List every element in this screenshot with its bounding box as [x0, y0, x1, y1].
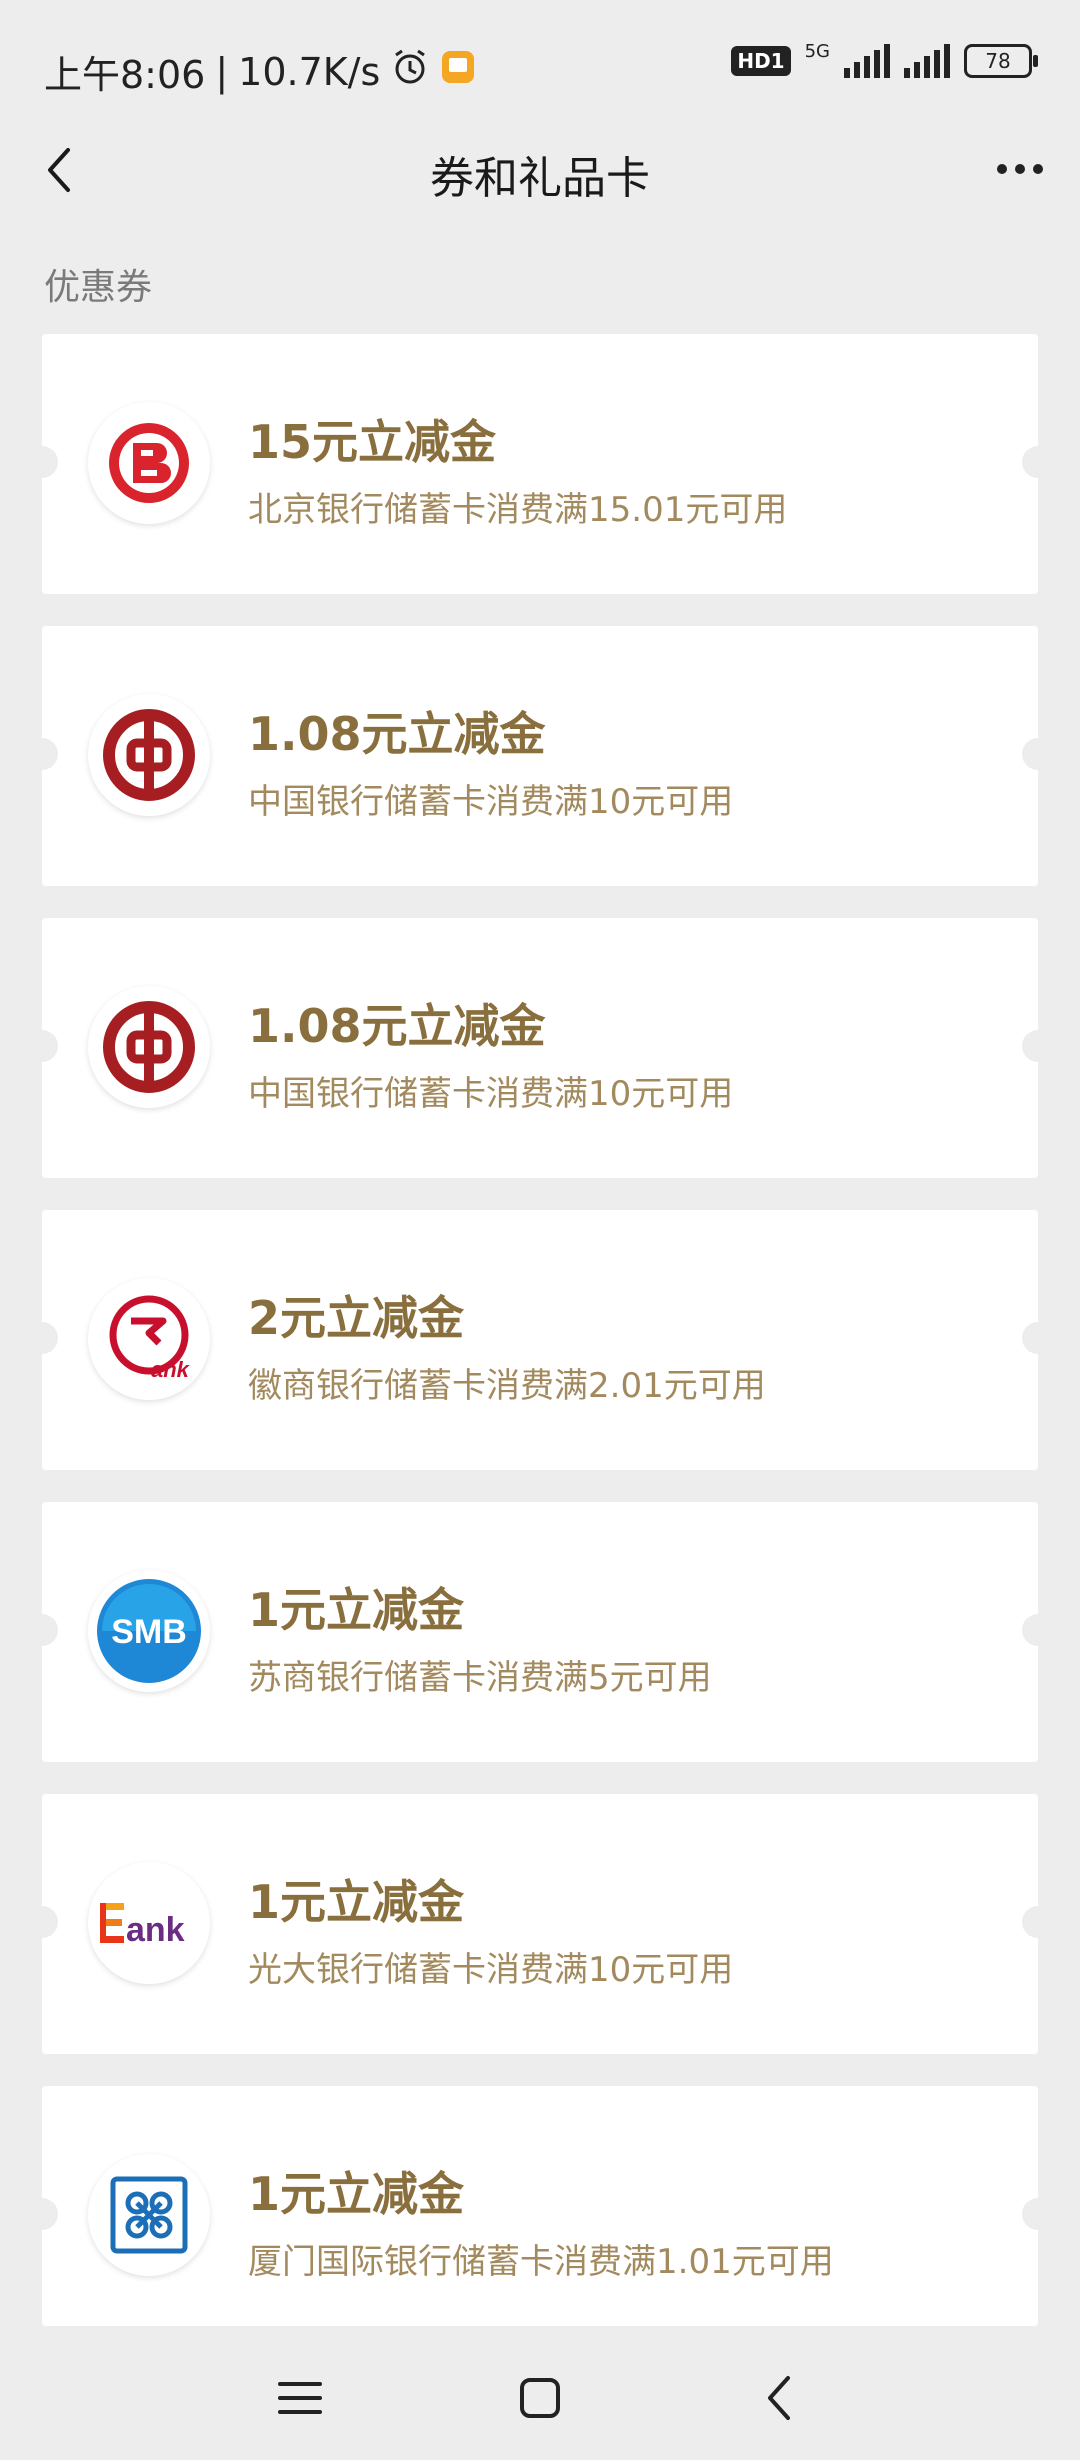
- huishang-bank-logo: ank: [88, 1278, 210, 1400]
- bank-of-china-logo: [88, 986, 210, 1108]
- coupon-title: 1元立减金: [248, 2167, 465, 2221]
- more-dot: [997, 164, 1007, 174]
- logo-text-ank: ank: [126, 1911, 185, 1949]
- coupon-card[interactable]: SMB 1元立减金 苏商银行储蓄卡消费满5元可用: [26, 1502, 1054, 1762]
- coupon-notch: [1022, 2198, 1054, 2230]
- coupon-notch: [1022, 1030, 1054, 1062]
- nav-bar: 券和礼品卡: [0, 120, 1080, 220]
- logo-text-smb: SMB: [111, 1613, 187, 1651]
- coupon-notch: [1022, 1322, 1054, 1354]
- more-button[interactable]: [990, 154, 1050, 184]
- coupon-notch: [26, 738, 58, 770]
- coupon-notch: [26, 1906, 58, 1938]
- coupon-notch: [26, 446, 58, 478]
- bank-of-china-logo: [88, 694, 210, 816]
- coupon-notch: [1022, 446, 1054, 478]
- signal-icon-1: [844, 44, 890, 78]
- coupon-notch: [26, 1322, 58, 1354]
- coupon-desc: 苏商银行储蓄卡消费满5元可用: [248, 1658, 712, 1698]
- network-label: 5G: [804, 40, 830, 62]
- coupon-desc: 光大银行储蓄卡消费满10元可用: [248, 1950, 734, 1990]
- coupon-desc: 中国银行储蓄卡消费满10元可用: [248, 782, 734, 822]
- system-nav-bar: [0, 2330, 1080, 2460]
- status-speed: 10.7K/s: [238, 49, 381, 94]
- coupon-card[interactable]: 1.08元立减金 中国银行储蓄卡消费满10元可用: [26, 918, 1054, 1178]
- coupon-notch: [26, 1030, 58, 1062]
- home-square-icon: [520, 2378, 560, 2418]
- coupon-card[interactable]: 1元立减金 厦门国际银行储蓄卡消费满1.01元可用: [26, 2086, 1054, 2326]
- chevron-left-icon: [768, 2376, 790, 2420]
- coupon-title: 1.08元立减金: [248, 707, 546, 761]
- coupon-desc: 徽商银行储蓄卡消费满2.01元可用: [248, 1366, 766, 1406]
- menu-button[interactable]: [270, 2368, 330, 2428]
- menu-icon: [278, 2382, 322, 2414]
- status-time: 上午8:06: [44, 53, 206, 97]
- signal-icon-2: [904, 44, 950, 78]
- coupon-title: 1.08元立减金: [248, 999, 546, 1053]
- system-back-button[interactable]: [750, 2368, 810, 2428]
- coupon-notch: [26, 1614, 58, 1646]
- coupon-title: 2元立减金: [248, 1291, 465, 1345]
- home-button[interactable]: [510, 2368, 570, 2428]
- suning-bank-logo: SMB: [88, 1570, 210, 1692]
- coupon-notch: [1022, 738, 1054, 770]
- notification-app-icon: [440, 49, 476, 94]
- coupon-card[interactable]: 15元立减金 北京银行储蓄卡消费满15.01元可用: [26, 334, 1054, 594]
- coupon-list: 15元立减金 北京银行储蓄卡消费满15.01元可用 1.08元立减金 中国银行储…: [26, 334, 1054, 2358]
- coupon-notch: [1022, 1614, 1054, 1646]
- logo-text-ank: ank: [151, 1357, 191, 1382]
- coupon-card[interactable]: ank 1元立减金 光大银行储蓄卡消费满10元可用: [26, 1794, 1054, 2054]
- status-left: 上午8:06 | 10.7K/s: [44, 44, 476, 99]
- bank-of-beijing-logo: [88, 402, 210, 524]
- coupon-notch: [26, 2198, 58, 2230]
- xiamen-intl-bank-logo: [88, 2154, 210, 2276]
- more-dot: [1033, 164, 1043, 174]
- coupon-title: 1元立减金: [248, 1583, 465, 1637]
- more-dot: [1015, 164, 1025, 174]
- battery-level: 78: [985, 49, 1011, 73]
- coupon-title: 15元立减金: [248, 415, 497, 469]
- section-label: 优惠券: [44, 267, 153, 308]
- coupon-card[interactable]: 1.08元立减金 中国银行储蓄卡消费满10元可用: [26, 626, 1054, 886]
- hd-badge: HD1: [731, 46, 791, 76]
- status-bar: 上午8:06 | 10.7K/s HD1 5G 78: [0, 0, 1080, 130]
- status-separator: |: [215, 49, 229, 94]
- battery-icon: 78: [964, 44, 1038, 78]
- status-right: HD1 5G 78: [731, 40, 1038, 78]
- everbright-bank-logo: ank: [88, 1862, 210, 1984]
- coupon-desc: 厦门国际银行储蓄卡消费满1.01元可用: [248, 2242, 834, 2282]
- coupon-title: 1元立减金: [248, 1875, 465, 1929]
- coupon-desc: 北京银行储蓄卡消费满15.01元可用: [248, 490, 788, 530]
- coupon-card[interactable]: ank 2元立减金 徽商银行储蓄卡消费满2.01元可用: [26, 1210, 1054, 1470]
- alarm-icon: [390, 47, 430, 96]
- coupon-notch: [1022, 1906, 1054, 1938]
- coupon-desc: 中国银行储蓄卡消费满10元可用: [248, 1074, 734, 1114]
- page-title: 券和礼品卡: [430, 153, 650, 204]
